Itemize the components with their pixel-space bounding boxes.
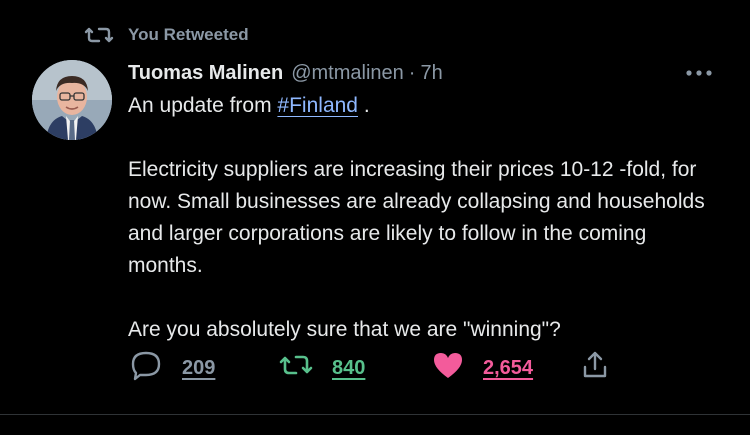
tweet-content: Tuomas Malinen @mtmalinen · 7h An update…: [128, 58, 728, 346]
tweet-paragraph-3: Are you absolutely sure that we are "win…: [128, 318, 561, 341]
retweet-icon: [278, 351, 314, 385]
like-count: 2,654: [483, 356, 534, 379]
retweet-icon: [84, 23, 114, 47]
like-button[interactable]: 2,654: [431, 348, 533, 388]
retweet-banner: You Retweeted: [84, 22, 249, 48]
divider: [0, 414, 750, 415]
reply-icon: [128, 349, 164, 387]
heart-icon: [431, 350, 465, 386]
tweet-header: Tuomas Malinen @mtmalinen · 7h: [128, 58, 728, 88]
tweet-text-suffix: .: [357, 94, 370, 117]
author-display-name[interactable]: Tuomas Malinen: [128, 58, 283, 88]
tweet-paragraph-2: Electricity suppliers are increasing the…: [128, 158, 705, 277]
hashtag-link[interactable]: #Finland: [277, 94, 358, 117]
share-button[interactable]: [580, 348, 610, 388]
retweet-button[interactable]: 840: [278, 348, 365, 388]
tweet-timestamp[interactable]: 7h: [420, 58, 442, 88]
share-icon: [580, 349, 610, 387]
author-handle[interactable]: @mtmalinen: [291, 58, 404, 88]
avatar[interactable]: [32, 60, 112, 140]
reply-count: 209: [182, 356, 216, 379]
tweet-card[interactable]: You Retweeted Tuomas Malinen @mtmalinen …: [0, 0, 750, 435]
tweet-paragraph-1: An update from #Finland .: [128, 90, 718, 122]
tweet-text: An update from #Finland . Electricity su…: [128, 90, 718, 346]
retweet-count: 840: [332, 356, 366, 379]
reply-button[interactable]: 209: [128, 348, 215, 388]
tweet-actions: 209 840 2,654: [128, 348, 628, 388]
tweet-text-prefix: An update from: [128, 94, 278, 117]
retweet-banner-label: You Retweeted: [128, 25, 249, 44]
more-options-icon: [685, 64, 713, 82]
separator-dot: ·: [408, 62, 416, 84]
more-options-button[interactable]: [682, 62, 716, 84]
